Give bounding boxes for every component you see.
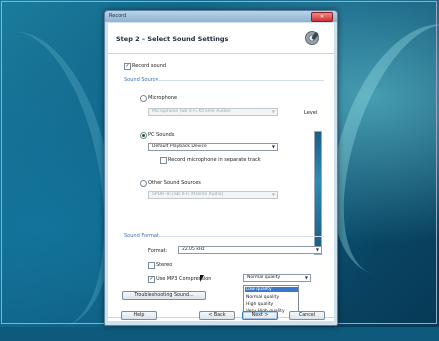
header-separator — [108, 53, 334, 54]
chevron-down-icon: ▼ — [271, 144, 275, 149]
chevron-down-icon: ▼ — [304, 275, 308, 280]
chevron-down-icon: ▼ — [271, 109, 275, 114]
stereo-checkbox[interactable] — [148, 262, 155, 269]
help-button[interactable]: Help — [121, 311, 157, 320]
step-title: Step 2 – Select Sound Settings — [116, 35, 229, 43]
stereo-label: Stereo — [156, 262, 173, 268]
title-bar[interactable]: Record ✕ — [105, 11, 337, 22]
checkmark-icon: ✓ — [149, 276, 154, 282]
next-button[interactable]: Next > — [242, 311, 278, 320]
pc-sounds-label: PC Sounds — [148, 132, 175, 138]
close-icon: ✕ — [319, 14, 325, 20]
gear-microphone-icon — [305, 31, 319, 45]
sound-source-group-title: Sound Source — [124, 77, 159, 83]
format-select[interactable]: 22.05 kHz ▼ — [178, 246, 322, 254]
pc-sounds-device-select[interactable]: Default Playback Device ▼ — [148, 143, 278, 151]
microphone-device-select[interactable]: Microphone (SB X-Fi Xtreme Audio) ▼ — [148, 108, 278, 116]
level-label: Level — [304, 110, 318, 116]
microphone-label: Microphone — [148, 95, 178, 101]
chevron-down-icon: ▼ — [315, 247, 319, 252]
close-button[interactable]: ✕ — [311, 12, 333, 22]
microphone-radio[interactable] — [140, 95, 147, 102]
microphone-device-value: Microphone (SB X-Fi Xtreme Audio) — [152, 109, 231, 114]
separate-track-checkbox[interactable] — [160, 157, 167, 164]
quality-option-normal[interactable]: Normal quality — [246, 295, 279, 300]
sound-format-group-title: Sound Format — [124, 233, 159, 239]
window-title: Record — [109, 13, 127, 19]
pc-sounds-device-value: Default Playback Device — [152, 144, 207, 149]
cancel-button[interactable]: Cancel — [289, 311, 325, 320]
other-sources-radio[interactable] — [140, 180, 147, 187]
back-button[interactable]: < Back — [199, 311, 235, 320]
group-divider — [158, 236, 324, 237]
other-sources-device-value: SPDIF-In (SB X-Fi Xtreme Audio) — [152, 192, 224, 197]
chevron-down-icon: ▼ — [271, 192, 275, 197]
group-divider — [156, 80, 324, 81]
checkmark-icon: ✓ — [125, 63, 130, 69]
quality-option-low[interactable]: Low quality — [245, 287, 298, 292]
other-sources-label: Other Sound Sources — [148, 180, 201, 186]
other-sources-device-select[interactable]: SPDIF-In (SB X-Fi Xtreme Audio) ▼ — [148, 191, 278, 199]
record-sound-checkbox[interactable]: ✓ — [124, 63, 131, 70]
format-label: Format: — [148, 248, 168, 254]
record-sound-label: Record sound — [132, 63, 167, 69]
dialog-client-area: Step 2 – Select Sound Settings ✓ Record … — [108, 23, 334, 321]
mouse-cursor-icon — [200, 275, 204, 282]
mp3-compression-checkbox[interactable]: ✓ — [148, 276, 155, 283]
quality-option-high[interactable]: High quality — [246, 302, 273, 307]
quality-value: Normal quality — [247, 275, 281, 280]
pc-sounds-radio[interactable] — [140, 132, 147, 139]
format-value: 22.05 kHz — [182, 247, 205, 252]
record-dialog: Record ✕ Step 2 – Select Sound Settings … — [104, 10, 338, 326]
troubleshooting-sound-button[interactable]: Troubleshooting Sound... — [122, 291, 206, 300]
separate-track-label: Record microphone in separate track — [168, 157, 261, 163]
quality-select[interactable]: Normal quality ▼ — [243, 274, 311, 282]
